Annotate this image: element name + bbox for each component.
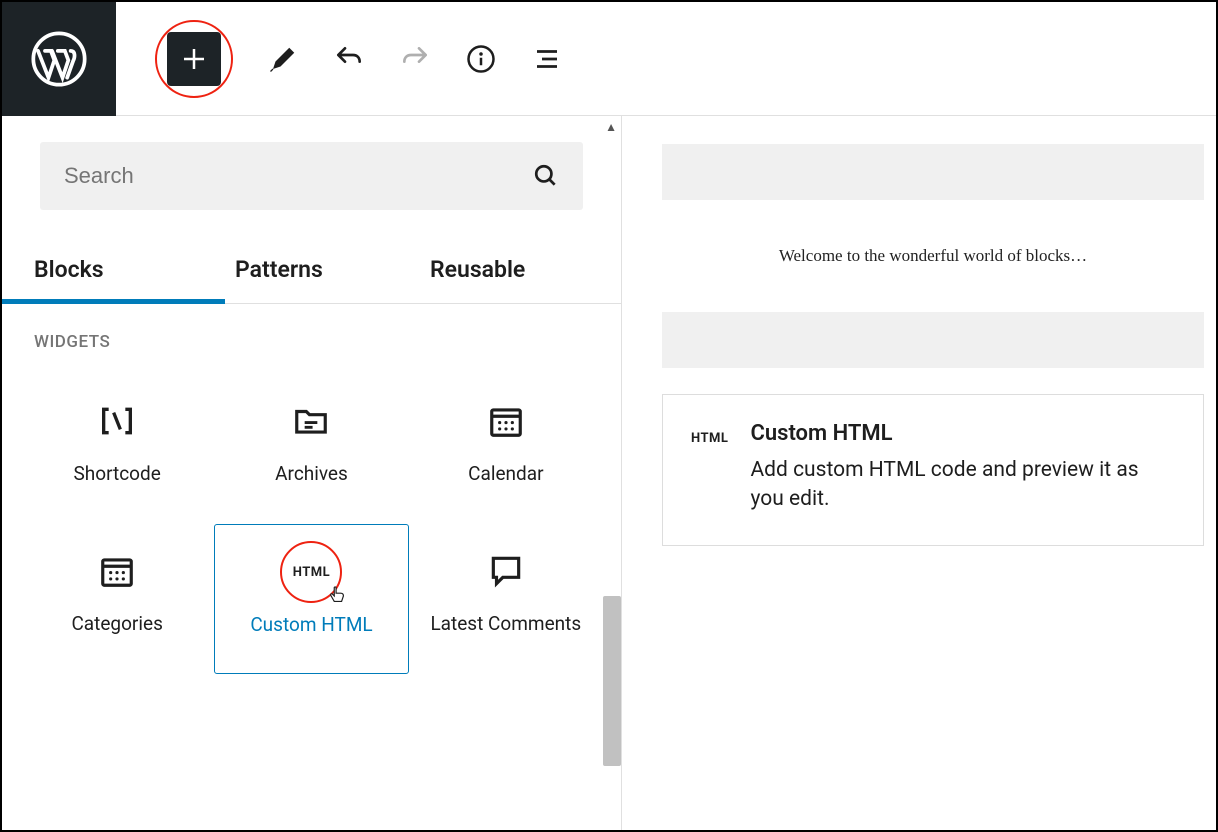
canvas-placeholder-bottom bbox=[662, 312, 1204, 368]
search-box[interactable] bbox=[40, 142, 583, 210]
preview-title: Custom HTML bbox=[750, 421, 1175, 446]
scroll-up-icon[interactable]: ▲ bbox=[605, 120, 617, 134]
tab-blocks[interactable]: Blocks bbox=[2, 242, 225, 303]
toolbar-items bbox=[116, 19, 564, 99]
block-label: Categories bbox=[71, 612, 162, 637]
archives-icon bbox=[290, 400, 332, 442]
outline-button[interactable] bbox=[530, 42, 564, 76]
preview-description: Add custom HTML code and preview it as y… bbox=[750, 456, 1175, 515]
undo-icon bbox=[333, 43, 365, 75]
shortcode-icon bbox=[96, 400, 138, 442]
blocks-grid: Shortcode Archives Calendar bbox=[2, 364, 621, 684]
redo-icon bbox=[399, 43, 431, 75]
section-widgets-label: WIDGETS bbox=[2, 304, 621, 364]
html-icon: HTML bbox=[290, 551, 332, 593]
outline-icon bbox=[532, 44, 562, 74]
preview-text: Custom HTML Add custom HTML code and pre… bbox=[750, 421, 1175, 515]
scrollbar-thumb[interactable] bbox=[603, 596, 621, 766]
add-block-button[interactable] bbox=[167, 32, 221, 86]
add-block-wrapper bbox=[154, 19, 234, 99]
editor-frame: ▲ Blocks Patterns Reusable WIDGETS S bbox=[0, 0, 1218, 832]
block-shortcode[interactable]: Shortcode bbox=[20, 374, 214, 524]
welcome-text[interactable]: Welcome to the wonderful world of blocks… bbox=[662, 200, 1204, 312]
block-inserter-panel: ▲ Blocks Patterns Reusable WIDGETS S bbox=[2, 116, 622, 830]
wordpress-logo[interactable] bbox=[2, 2, 116, 116]
pencil-icon bbox=[268, 44, 298, 74]
info-button[interactable] bbox=[464, 42, 498, 76]
block-calendar[interactable]: Calendar bbox=[409, 374, 603, 524]
tab-patterns[interactable]: Patterns bbox=[225, 242, 426, 303]
block-label: Shortcode bbox=[74, 462, 161, 487]
comments-icon bbox=[485, 550, 527, 592]
block-preview-card: HTML Custom HTML Add custom HTML code an… bbox=[662, 394, 1204, 546]
info-icon bbox=[466, 44, 496, 74]
cursor-hand-icon bbox=[326, 583, 348, 607]
block-archives[interactable]: Archives bbox=[214, 374, 408, 524]
undo-button[interactable] bbox=[332, 42, 366, 76]
search-icon bbox=[533, 163, 559, 189]
block-label: Latest Comments bbox=[430, 612, 581, 637]
redo-button[interactable] bbox=[398, 42, 432, 76]
block-label: Archives bbox=[275, 462, 348, 487]
plus-icon bbox=[179, 44, 209, 74]
block-label: Calendar bbox=[468, 462, 543, 487]
editor-canvas: Welcome to the wonderful world of blocks… bbox=[622, 116, 1216, 830]
wordpress-icon bbox=[31, 31, 87, 87]
edit-button[interactable] bbox=[266, 42, 300, 76]
block-label: Custom HTML bbox=[250, 613, 372, 638]
tab-reusable[interactable]: Reusable bbox=[426, 242, 621, 303]
inserter-tabs: Blocks Patterns Reusable bbox=[2, 242, 621, 304]
content-area: ▲ Blocks Patterns Reusable WIDGETS S bbox=[2, 116, 1216, 830]
block-latest-comments[interactable]: Latest Comments bbox=[409, 524, 603, 674]
search-input[interactable] bbox=[64, 163, 533, 189]
preview-html-icon: HTML bbox=[691, 421, 728, 515]
calendar-icon bbox=[485, 400, 527, 442]
block-categories[interactable]: Categories bbox=[20, 524, 214, 674]
top-toolbar bbox=[2, 2, 1216, 116]
canvas-placeholder-top bbox=[662, 144, 1204, 200]
search-container bbox=[40, 142, 583, 210]
categories-icon bbox=[96, 550, 138, 592]
block-custom-html[interactable]: HTML Custom HTML bbox=[214, 524, 408, 674]
